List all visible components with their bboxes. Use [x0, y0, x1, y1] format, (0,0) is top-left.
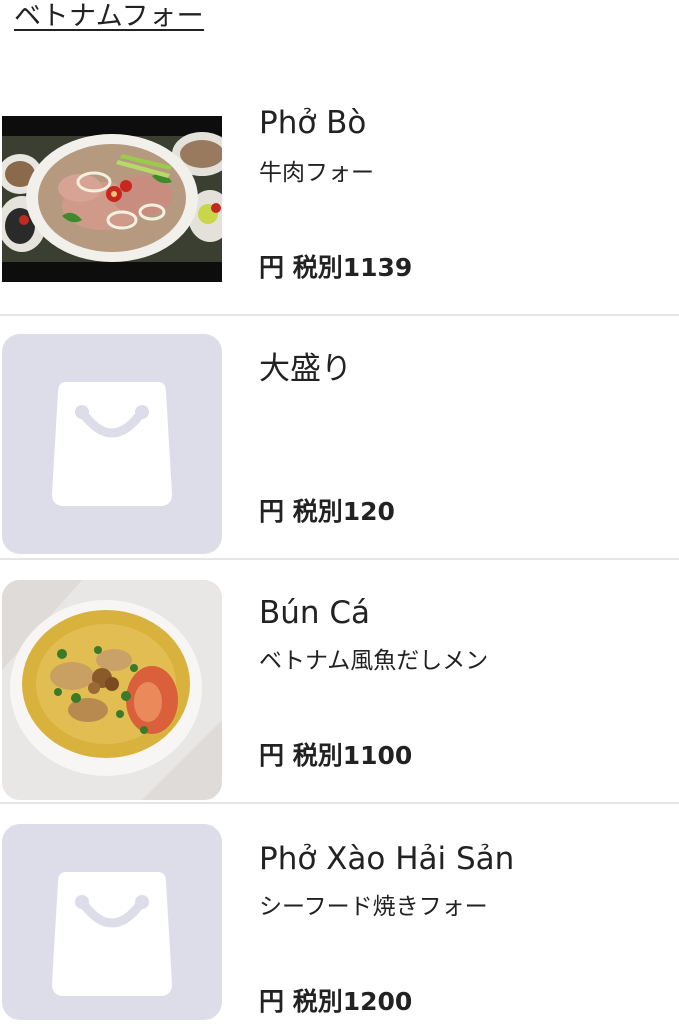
- fish-noodle-bowl-image: [2, 580, 222, 800]
- item-price: 円 税別1139: [259, 253, 413, 282]
- item-name: Phở Bò: [259, 105, 367, 141]
- bun-ca-photo[interactable]: [2, 580, 222, 800]
- item-name: Phở Xào Hải Sản: [259, 841, 515, 877]
- shopping-bag-icon: [52, 872, 172, 996]
- item-description: ベトナム風魚だしメン: [259, 648, 489, 674]
- item-name: 大盛り: [259, 351, 352, 387]
- shopping-bag-icon: [52, 382, 172, 506]
- item-image-placeholder[interactable]: [2, 824, 222, 1020]
- category-title[interactable]: ベトナムフォー: [14, 0, 204, 34]
- item-description: 牛肉フォー: [259, 160, 374, 186]
- pho-bowl-image: [2, 116, 222, 282]
- item-price: 円 税別1200: [259, 987, 413, 1016]
- item-name: Bún Cá: [259, 595, 371, 631]
- menu-item[interactable]: Phở Bò 牛肉フォー 円 税別1139: [0, 72, 679, 316]
- item-price: 円 税別120: [259, 497, 395, 526]
- item-description: シーフード焼きフォー: [259, 894, 488, 920]
- pho-bo-photo[interactable]: [2, 116, 222, 282]
- menu-item[interactable]: 大盛り 円 税別120: [0, 316, 679, 560]
- menu-item[interactable]: Bún Cá ベトナム風魚だしメン 円 税別1100: [0, 560, 679, 804]
- item-image-placeholder[interactable]: [2, 334, 222, 554]
- menu-item[interactable]: Phở Xào Hải Sản シーフード焼きフォー 円 税別1200: [0, 804, 679, 1024]
- item-price: 円 税別1100: [259, 741, 413, 770]
